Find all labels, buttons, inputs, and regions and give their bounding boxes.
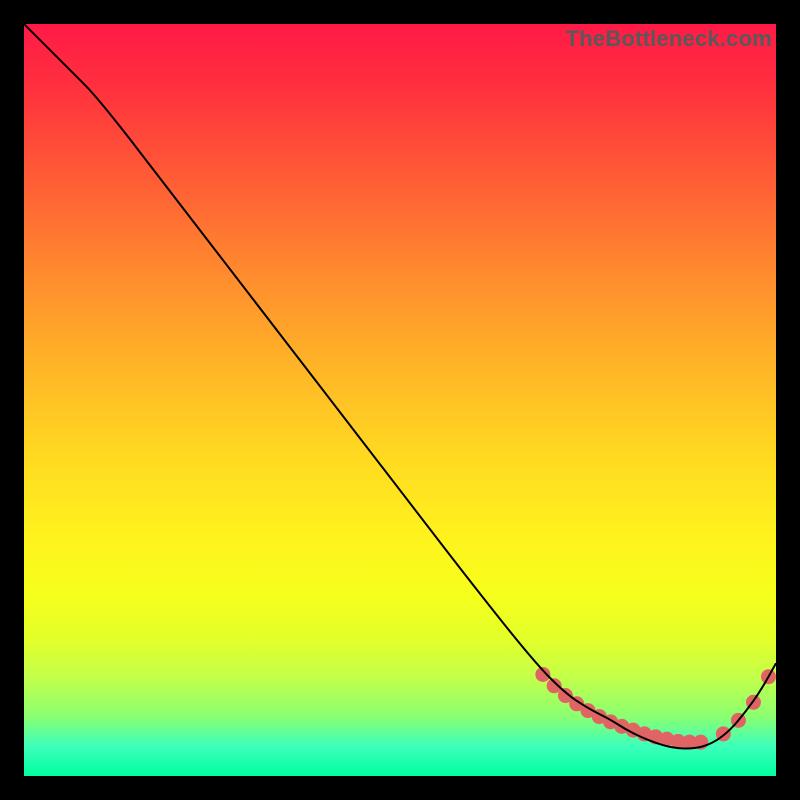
curve-path xyxy=(24,24,776,749)
marker-group xyxy=(535,667,776,750)
chart-plot-area: TheBottleneck.com xyxy=(24,24,776,776)
chart-frame: TheBottleneck.com xyxy=(0,0,800,800)
chart-svg xyxy=(24,24,776,776)
